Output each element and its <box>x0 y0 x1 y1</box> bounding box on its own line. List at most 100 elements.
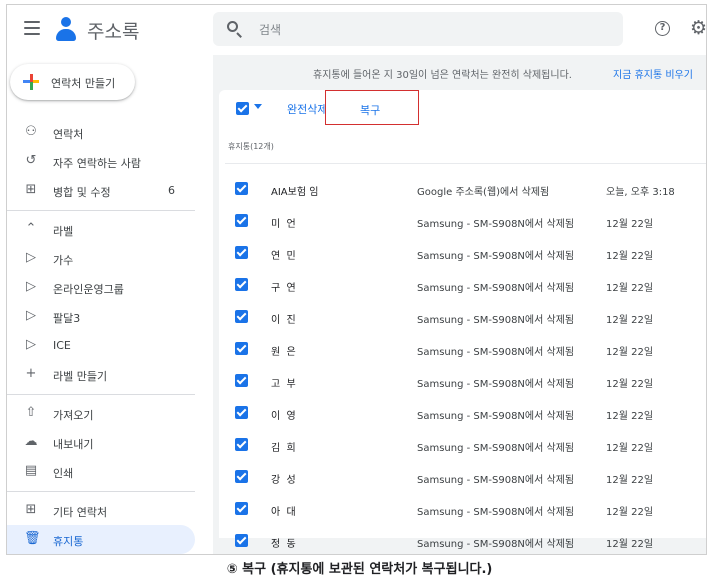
contact-name: 아 대 <box>271 507 296 518</box>
row-checkbox[interactable] <box>235 310 248 323</box>
contact-name: 이 영 <box>271 411 296 422</box>
table-row[interactable]: 고 부 Samsung - SM-S908N에서 삭제됨 12월 22일 <box>219 365 706 396</box>
table-row[interactable]: AIA보험 임 Google 주소록(웹)에서 삭제됨 오늘, 오후 3:18 <box>219 173 706 204</box>
create-contact-button[interactable]: 연락처 만들기 <box>10 64 135 100</box>
contact-name: 구 연 <box>271 283 296 294</box>
deleted-date: 12월 22일 <box>606 347 654 358</box>
sidebar-item-labels-header[interactable]: ⌃ 라벨 <box>7 215 195 244</box>
sidebar-item-import[interactable]: ⇧ 가져오기 <box>7 399 195 428</box>
deleted-date: 12월 22일 <box>606 539 654 550</box>
sidebar-item-label: 내보내기 <box>53 438 94 451</box>
table-row[interactable]: 아 대 Samsung - SM-S908N에서 삭제됨 12월 22일 <box>219 493 706 524</box>
row-checkbox[interactable] <box>235 406 248 419</box>
sidebar-item-label-singer[interactable]: ▷ 가수 <box>7 244 195 273</box>
add-box-icon: ⊞ <box>25 502 37 517</box>
deleted-from: Samsung - SM-S908N에서 삭제됨 <box>417 475 575 486</box>
table-row[interactable]: 미 언 Samsung - SM-S908N에서 삭제됨 12월 22일 <box>219 205 706 236</box>
sidebar-item-create-label[interactable]: + 라벨 만들기 <box>7 360 195 389</box>
sidebar-item-label: 연락처 <box>53 128 84 141</box>
table-row[interactable]: 연 민 Samsung - SM-S908N에서 삭제됨 12월 22일 <box>219 237 706 268</box>
contact-name: 고 부 <box>271 379 296 390</box>
search-icon[interactable] <box>227 21 243 38</box>
menu-icon[interactable] <box>24 21 40 35</box>
cloud-download-icon: ☁ <box>24 434 38 449</box>
sidebar-item-label: 가수 <box>53 254 74 267</box>
deleted-from: Samsung - SM-S908N에서 삭제됨 <box>417 507 575 518</box>
row-checkbox[interactable] <box>235 182 248 195</box>
delete-forever-button[interactable]: 완전삭제 <box>287 101 327 117</box>
select-all-checkbox[interactable] <box>236 102 249 115</box>
table-row[interactable]: 구 연 Samsung - SM-S908N에서 삭제됨 12월 22일 <box>219 269 706 300</box>
trash-notice: 휴지통에 들어온 지 30일이 넘은 연락처는 완전히 삭제됩니다. <box>313 70 572 81</box>
search-input[interactable]: 검색 <box>213 12 623 46</box>
sidebar-item-label-online-group[interactable]: ▷ 온라인운영그룹 <box>7 273 195 302</box>
restore-button[interactable]: 복구 <box>325 90 419 125</box>
gear-icon[interactable]: ⚙ <box>690 18 706 38</box>
contact-name: 미 언 <box>271 219 296 230</box>
sidebar-item-label-paldal3[interactable]: ▷ 팔달3 <box>7 302 195 331</box>
row-checkbox[interactable] <box>235 342 248 355</box>
sidebar-item-label: 팔달3 <box>53 312 81 325</box>
table-row[interactable]: 이 진 Samsung - SM-S908N에서 삭제됨 12월 22일 <box>219 301 706 332</box>
app-title: 주소록 <box>87 21 140 43</box>
sidebar-item-label: 온라인운영그룹 <box>53 283 124 296</box>
main-panel: 휴지통에 들어온 지 30일이 넘은 연락처는 완전히 삭제됩니다. 지금 휴지… <box>213 55 706 554</box>
sidebar-item-label: 라벨 <box>53 225 74 238</box>
trash-icon: 🗑 <box>24 531 41 546</box>
deleted-from: Samsung - SM-S908N에서 삭제됨 <box>417 411 575 422</box>
deleted-from: Samsung - SM-S908N에서 삭제됨 <box>417 283 575 294</box>
sidebar-item-trash[interactable]: 🗑 휴지통 <box>7 525 195 554</box>
row-checkbox[interactable] <box>235 278 248 291</box>
sidebar: 연락처 만들기 ⚇ 연락처 ↺ 자주 연락하는 사람 ⊞ 병합 및 수정 6 ⌃… <box>7 55 207 554</box>
deleted-date: 12월 22일 <box>606 443 654 454</box>
sidebar-item-label: 인쇄 <box>53 467 74 480</box>
table-row[interactable]: 이 영 Samsung - SM-S908N에서 삭제됨 12월 22일 <box>219 397 706 428</box>
sidebar-item-other-contacts[interactable]: ⊞ 기타 연락처 <box>7 496 195 525</box>
sidebar-item-export[interactable]: ☁ 내보내기 <box>7 428 195 457</box>
table-row[interactable]: 원 은 Samsung - SM-S908N에서 삭제됨 12월 22일 <box>219 333 706 364</box>
sidebar-item-label-ice[interactable]: ▷ ICE <box>7 331 195 360</box>
sidebar-item-label: 라벨 만들기 <box>53 370 108 383</box>
table-row[interactable]: 강 성 Samsung - SM-S908N에서 삭제됨 12월 22일 <box>219 461 706 492</box>
row-checkbox[interactable] <box>235 246 248 259</box>
print-icon: ▤ <box>24 463 38 478</box>
plus-icon <box>23 74 39 90</box>
chevron-down-icon[interactable] <box>254 104 262 109</box>
search-placeholder: 검색 <box>259 23 282 37</box>
contacts-window: 주소록 검색 ? ⚙ 연락처 만들기 ⚇ 연락처 ↺ 자주 연락하는 사람 ⊞ … <box>6 4 707 555</box>
deleted-from: Google 주소록(웹)에서 삭제됨 <box>417 187 550 198</box>
deleted-date: 12월 22일 <box>606 507 654 518</box>
sidebar-item-frequent[interactable]: ↺ 자주 연락하는 사람 <box>7 147 195 176</box>
table-row[interactable]: 정 동 Samsung - SM-S908N에서 삭제됨 12월 22일 <box>219 525 706 550</box>
contact-name: 정 동 <box>271 539 296 550</box>
row-checkbox[interactable] <box>235 214 248 227</box>
empty-trash-link[interactable]: 지금 휴지통 비우기 <box>613 66 693 81</box>
deleted-date: 12월 22일 <box>606 283 654 294</box>
sidebar-item-label: 자주 연락하는 사람 <box>53 157 141 170</box>
row-checkbox[interactable] <box>235 470 248 483</box>
sidebar-item-contacts[interactable]: ⚇ 연락처 <box>7 118 195 147</box>
row-checkbox[interactable] <box>235 438 248 451</box>
sidebar-item-merge[interactable]: ⊞ 병합 및 수정 6 <box>7 176 195 205</box>
trash-list-panel: 완전삭제 복구 휴지통(12개) AIA보험 임 Google 주소록(웹)에서… <box>219 90 706 550</box>
deleted-date: 12월 22일 <box>606 379 654 390</box>
sidebar-item-label: 휴지통 <box>53 535 84 548</box>
deleted-from: Samsung - SM-S908N에서 삭제됨 <box>417 251 575 262</box>
row-checkbox[interactable] <box>235 374 248 387</box>
row-checkbox[interactable] <box>235 534 248 547</box>
deleted-date: 오늘, 오후 3:18 <box>606 187 675 198</box>
sidebar-item-label: 병합 및 수정 <box>53 186 111 199</box>
help-icon[interactable]: ? <box>655 21 670 36</box>
contact-name: 강 성 <box>271 475 296 486</box>
contact-name: 원 은 <box>271 347 296 358</box>
contact-name: 이 진 <box>271 315 296 326</box>
label-icon: ▷ <box>26 308 36 323</box>
deleted-date: 12월 22일 <box>606 251 654 262</box>
deleted-from: Samsung - SM-S908N에서 삭제됨 <box>417 315 575 326</box>
deleted-date: 12월 22일 <box>606 219 654 230</box>
sidebar-item-print[interactable]: ▤ 인쇄 <box>7 457 195 486</box>
row-checkbox[interactable] <box>235 502 248 515</box>
table-row[interactable]: 김 희 Samsung - SM-S908N에서 삭제됨 12월 22일 <box>219 429 706 460</box>
deleted-from: Samsung - SM-S908N에서 삭제됨 <box>417 539 575 550</box>
top-bar: 주소록 검색 ? ⚙ <box>7 5 706 55</box>
